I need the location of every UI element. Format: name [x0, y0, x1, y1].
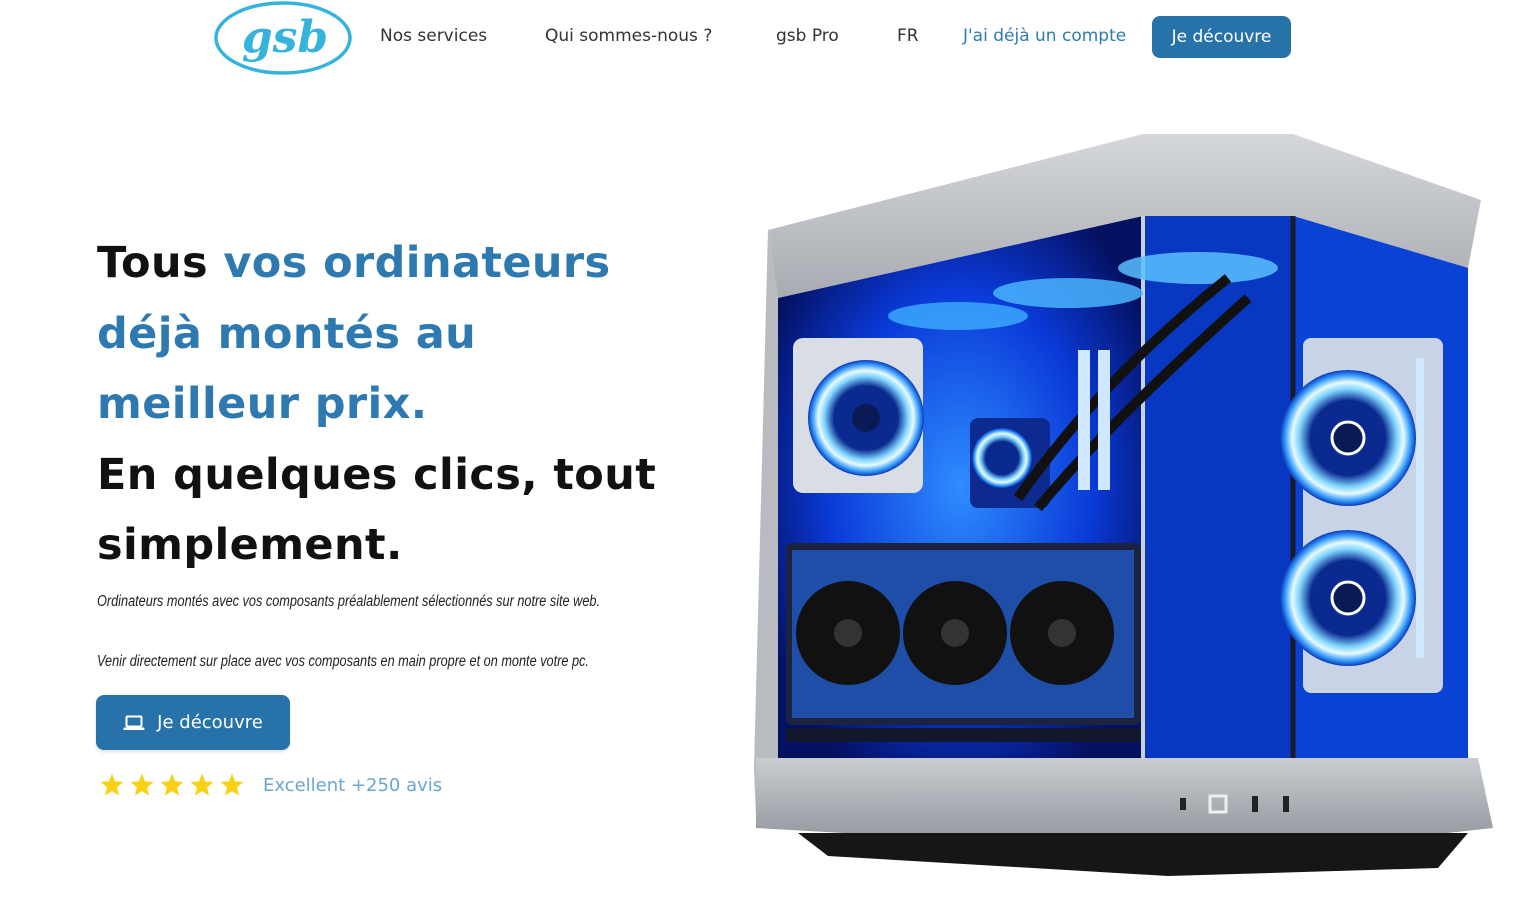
nav-link-gsb-pro[interactable]: gsb Pro [776, 26, 839, 46]
star-rating [99, 772, 245, 798]
top-navbar: gsb Nos services Qui sommes-nous ? gsb P… [0, 0, 1515, 80]
login-link[interactable]: J'ai déjà un compte [963, 26, 1126, 46]
hero-subtitle-2: Venir directement sur place avec vos com… [97, 653, 589, 670]
rating-summary: Excellent +250 avis [99, 772, 442, 798]
star-icon [100, 773, 124, 796]
hero-discover-button[interactable]: Je découvre [96, 695, 290, 750]
hero-title-accent-1: vos ordinateurs [223, 238, 611, 288]
rating-text: Excellent +250 avis [263, 774, 443, 796]
gsb-logo[interactable]: gsb [213, 0, 353, 76]
hero-discover-label: Je découvre [157, 712, 263, 733]
language-selector[interactable]: FR [897, 26, 919, 46]
star-icon [190, 773, 214, 796]
nav-discover-button[interactable]: Je découvre [1152, 16, 1291, 58]
star-icon [160, 773, 184, 796]
star-icon [130, 773, 154, 796]
hero-title: Tous vos ordinateurs déjà montés au meille… [97, 228, 697, 581]
hero-title-line-4: En quelques clics, tout [97, 449, 657, 500]
laptop-icon [123, 715, 145, 730]
star-icon [220, 773, 244, 796]
hero-subtitle-1: Ordinateurs montés avec vos composants p… [97, 593, 601, 610]
hero-title-plain: Tous [97, 238, 224, 288]
hero-title-accent-2: déjà montés au [97, 308, 477, 359]
svg-text:gsb: gsb [242, 12, 328, 63]
gaming-pc-image [754, 134, 1493, 876]
hero-title-accent-3: meilleur prix. [97, 379, 428, 429]
hero-title-line-5: simplement. [97, 520, 403, 570]
nav-link-services[interactable]: Nos services [380, 26, 487, 46]
nav-link-about[interactable]: Qui sommes-nous ? [545, 26, 712, 46]
